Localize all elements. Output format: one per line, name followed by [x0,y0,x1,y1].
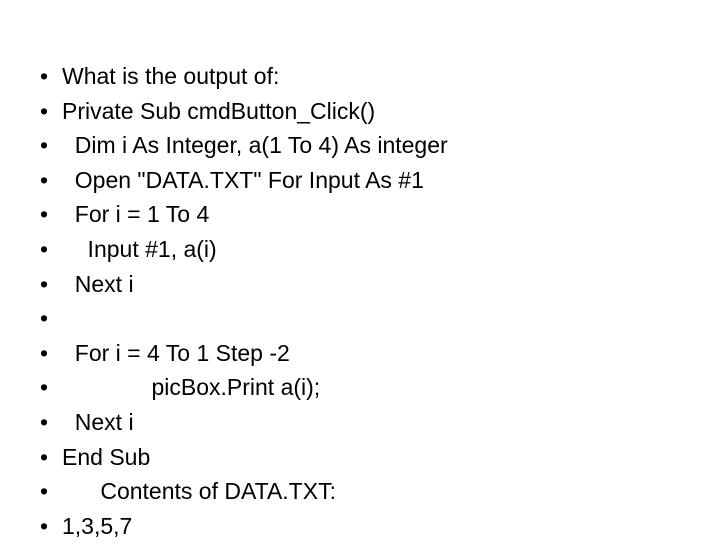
bullet-list-item: • For i = 1 To 4 [40,200,710,235]
bullet-point-icon: • [40,63,49,89]
bullet-item-label: Contents of DATA.TXT: [62,478,336,505]
bullet-list-item: • Input #1, a(i) [40,235,710,270]
bullet-point-icon: • [40,409,49,435]
bullet-list-item: • What is the output of: [40,62,710,97]
bullet-point-icon: • [40,374,49,401]
bullet-point-icon: • [40,305,49,332]
bullet-point-icon: • [40,339,49,366]
bullet-item-label: For i = 1 To 4 [62,201,210,228]
bullet-point-icon: • [40,270,49,297]
bullet-list-item: • Open "DATA.TXT" For Input As #1 [40,166,710,201]
bullet-item-label: Input #1, a(i) [62,236,217,262]
bullet-item-label: picBox.Print a(i); [62,374,321,401]
bullet-list-item: • For i = 4 To 1 Step -2 [40,339,710,374]
bullet-list-item: • End Sub [40,443,710,478]
bullet-point-icon: • [40,512,49,539]
bullet-point-icon: • [40,443,49,470]
bullet-list-item: • Private Sub cmdButton_Click() [40,97,710,132]
bullet-item-label: End Sub [62,443,151,470]
bullet-list-item: • picBox.Print a(i); [40,373,710,408]
bullet-list-item: • Contents of DATA.TXT: [40,477,710,512]
bullet-list-item: • Next i [40,408,710,443]
bullet-list-item: • Dim i As Integer, a(1 To 4) As integer [40,131,710,166]
bullet-point-icon: • [40,478,49,505]
bullet-item-label: Dim i As Integer, a(1 To 4) As integer [62,132,448,159]
bullet-point-icon: • [40,166,49,193]
bullet-item-label: Private Sub cmdButton_Click() [62,97,376,124]
slide-canvas: • What is the output of: • Private Sub cmdB… [0,0,720,540]
bullet-point-icon: • [40,97,49,124]
bullet-point-icon: • [40,132,49,159]
bullet-item-label: For i = 4 To 1 Step -2 [62,339,290,366]
bullet-point-icon: • [40,201,49,228]
bullet-item-label: What is the output of: [62,63,280,89]
bullet-list-item: • Next i [40,270,710,305]
bullet-list-item: • 1,3,5,7 [40,512,710,546]
bullet-item-label: 1,3,5,7 [62,512,133,539]
bullet-item-label: Open "DATA.TXT" For Input As #1 [62,166,424,193]
bullet-item-label: Next i [62,270,134,297]
bullet-list-item: • [40,304,710,339]
bullet-point-icon: • [40,236,49,262]
bullet-item-label: Next i [62,409,134,435]
